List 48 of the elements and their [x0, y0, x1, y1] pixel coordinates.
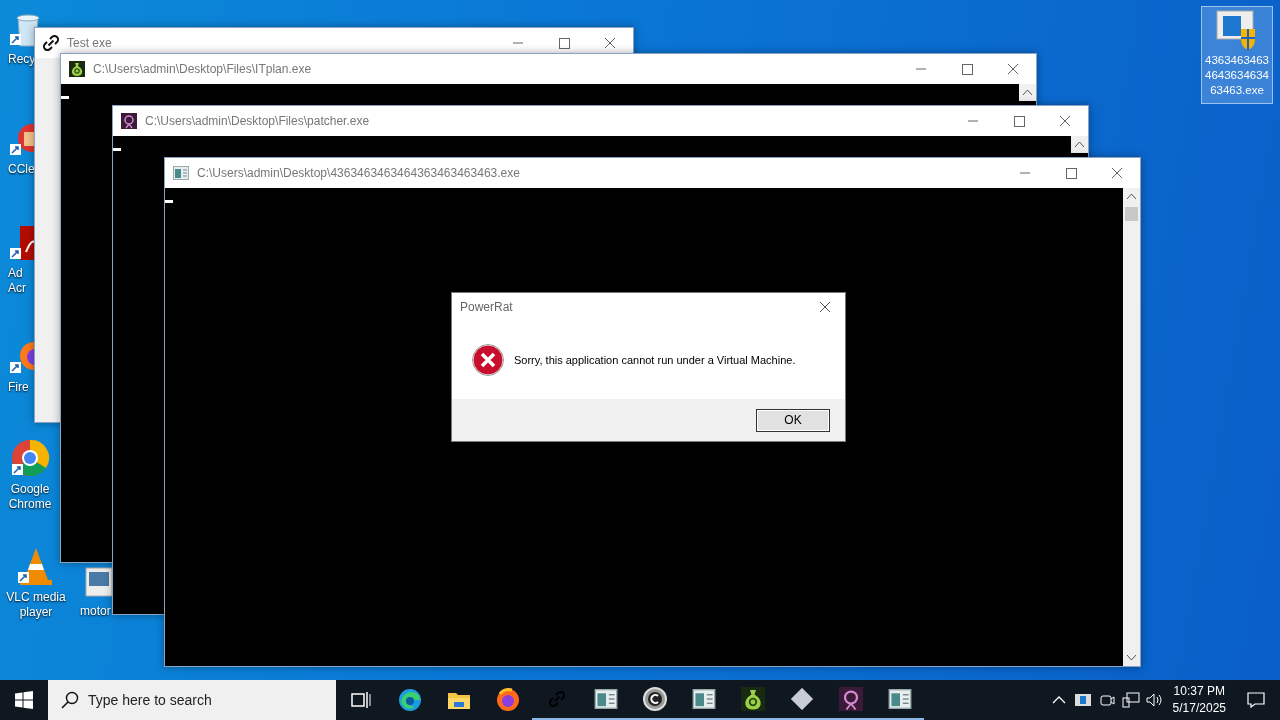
- clock[interactable]: 10:37 PM 5/17/2025: [1166, 683, 1232, 717]
- console-icon: [691, 689, 716, 709]
- search-icon: [61, 691, 79, 709]
- disc-icon: [642, 687, 667, 711]
- chevron-up-icon[interactable]: [1051, 695, 1066, 705]
- volume-icon[interactable]: [1145, 692, 1164, 708]
- edge-icon: [397, 688, 422, 712]
- window-tray-icon[interactable]: [1074, 694, 1091, 706]
- network-icon[interactable]: [1121, 692, 1140, 708]
- link-icon: [43, 35, 59, 51]
- dialog-message: Sorry, this application cannot run under a Virtual Machine.: [514, 354, 796, 366]
- window-title: C:\Users\admin\Desktop\Files\patcher.exe: [145, 114, 371, 128]
- console-icon: [173, 166, 189, 180]
- window-title: Test exe: [67, 36, 113, 50]
- desktop-icon-label[interactable]: Google Chrome: [1, 482, 59, 512]
- camera-icon[interactable]: [1098, 692, 1115, 708]
- windows-logo-icon: [15, 691, 33, 709]
- link-icon: [548, 691, 565, 707]
- desktop-icon-label[interactable]: Fire: [8, 380, 38, 395]
- clock-date: 5/17/2025: [1172, 700, 1226, 717]
- dialog-title: PowerRat: [460, 300, 513, 314]
- money-bag-icon: [69, 61, 85, 77]
- desktop-icon-label[interactable]: Ad Acr: [8, 266, 38, 296]
- console-icon: [593, 689, 618, 709]
- chrome-icon: [10, 438, 50, 478]
- folder-icon: [446, 690, 471, 710]
- firefox-icon: [495, 688, 520, 712]
- notifications-icon[interactable]: [1247, 691, 1265, 709]
- task-view-icon: [350, 691, 371, 709]
- emblem-icon: [838, 687, 863, 711]
- money-bag-icon: [740, 687, 765, 711]
- search-field[interactable]: Type here to search: [48, 680, 336, 720]
- desktop-icon-label[interactable]: VLC media player: [0, 590, 72, 620]
- emblem-icon: [121, 113, 137, 129]
- error-icon: [472, 344, 504, 376]
- scroll-thumb[interactable]: [1125, 207, 1138, 221]
- ok-button[interactable]: OK: [756, 408, 830, 432]
- desktop-icon-label[interactable]: motor: [80, 604, 110, 619]
- desktop-icon-label[interactable]: CCle: [8, 162, 38, 177]
- scroll-up-icon[interactable]: [1071, 136, 1088, 153]
- desktop-file-icon[interactable]: 4363463463464363463463463.exe: [1201, 6, 1273, 104]
- scroll-up-icon[interactable]: [1019, 84, 1036, 101]
- window-title: C:\Users\admin\Desktop\4363463463464363463463463.exe: [197, 166, 521, 180]
- diamond-icon: [789, 687, 814, 711]
- window-title: C:\Users\admin\Desktop\Files\ITplan.exe: [93, 62, 313, 76]
- desktop-icon-label[interactable]: Recy: [8, 52, 38, 67]
- clock-time: 10:37 PM: [1173, 683, 1225, 700]
- console-icon: [887, 689, 912, 709]
